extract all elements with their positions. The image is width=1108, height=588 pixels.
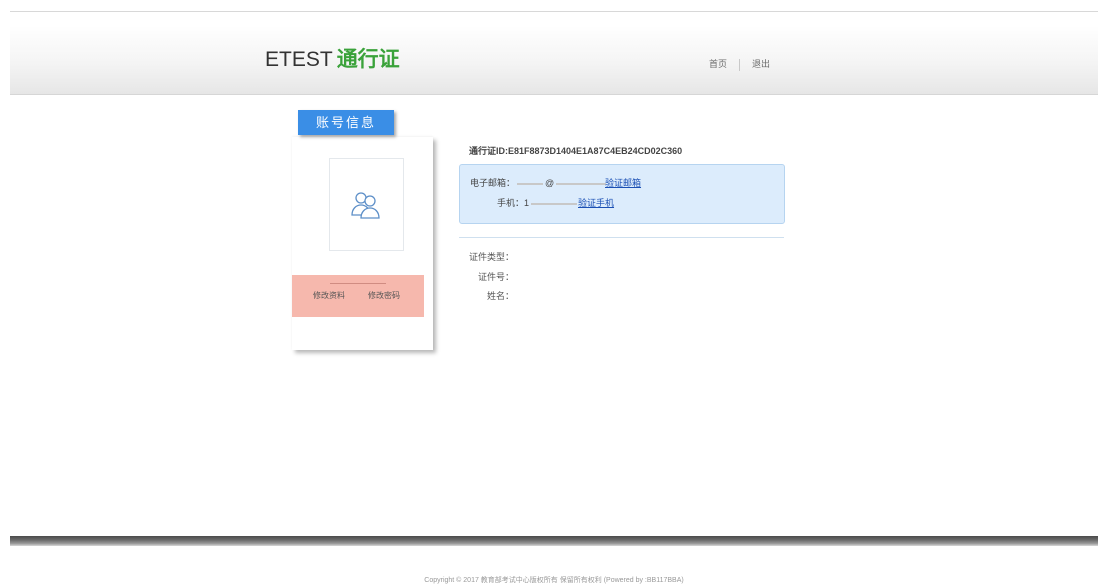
email-row: 电子邮箱： @ 验证邮箱	[470, 176, 641, 189]
top-divider	[10, 11, 1098, 12]
header-nav: 首页 退出	[709, 57, 770, 71]
site-header: ETEST 通行证 首页 退出	[10, 26, 1098, 95]
email-value: @	[515, 178, 607, 188]
phone-label: 手机：	[497, 198, 525, 208]
users-icon	[351, 192, 380, 219]
passport-id: 通行证ID:E81F8873D1404E1A87C4EB24CD02C360	[469, 146, 683, 156]
phone-value: 1	[524, 198, 578, 208]
masked-text	[556, 182, 607, 185]
brand-name-cn: 通行证	[336, 48, 400, 71]
profile-actions: 修改资料 修改密码	[292, 275, 424, 317]
section-divider	[459, 237, 784, 238]
edit-profile-link[interactable]: 修改资料	[313, 290, 345, 301]
tab-account-info[interactable]: 账号信息	[298, 110, 394, 135]
nav-logout-link[interactable]: 退出	[752, 59, 770, 69]
brand-logo[interactable]: ETEST 通行证	[265, 47, 400, 73]
copyright-text: Copyright © 2017 教育部考试中心版权所有 保留所有权利 (Pow…	[424, 577, 684, 584]
id-number-label: 证件号：	[477, 272, 514, 282]
footer-bar	[10, 536, 1098, 546]
avatar[interactable]	[329, 158, 404, 251]
account-sidebar: 修改资料 修改密码	[292, 137, 433, 350]
id-type-label: 证件类型：	[468, 252, 514, 262]
verify-phone-link[interactable]: 验证手机	[578, 198, 614, 208]
masked-text	[517, 182, 544, 185]
verify-email-link[interactable]: 验证邮箱	[605, 178, 641, 188]
masked-text	[531, 202, 578, 205]
email-label: 电子邮箱：	[470, 178, 516, 188]
brand-name-en: ETEST	[265, 48, 333, 71]
nav-separator	[739, 58, 741, 71]
nav-home-link[interactable]: 首页	[709, 59, 727, 69]
change-password-link[interactable]: 修改密码	[368, 290, 400, 301]
name-label: 姓名：	[486, 291, 514, 301]
actions-divider	[330, 283, 386, 284]
contact-info-box: 电子邮箱： @ 验证邮箱 手机：1 验证手机	[459, 164, 785, 224]
phone-row: 手机：1 验证手机	[497, 196, 614, 209]
